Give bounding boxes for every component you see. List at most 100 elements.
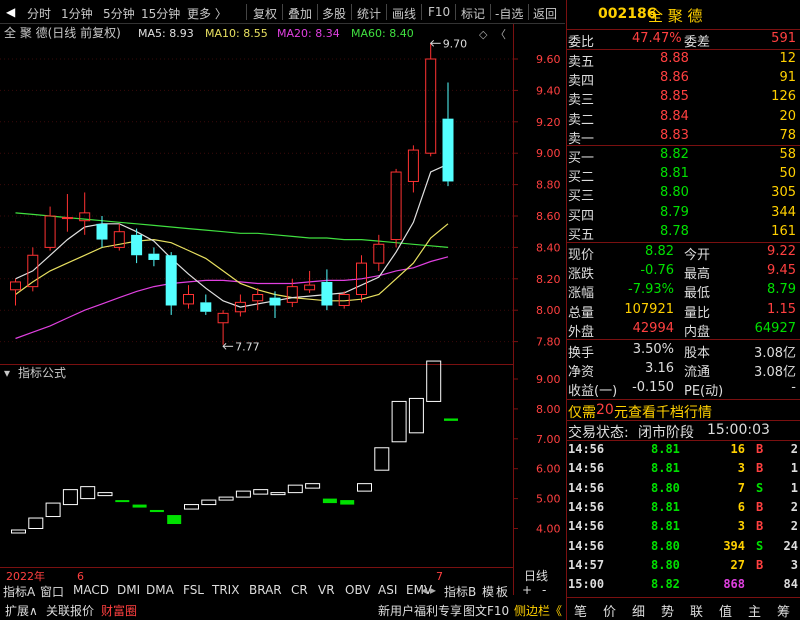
indicator-bar: [201, 499, 217, 506]
indicator-tab[interactable]: CR: [291, 583, 308, 597]
status-item[interactable]: 扩展∧: [5, 602, 38, 619]
candle: [200, 294, 212, 315]
chevron-left-icon[interactable]: 〈: [495, 28, 506, 41]
toolbar-duogu[interactable]: 多股: [322, 5, 346, 22]
candle-body: [148, 253, 160, 260]
tick-price: 8.81: [651, 442, 680, 456]
indicator-bar: [322, 498, 337, 504]
toolbar-fenshi[interactable]: 分时: [27, 5, 51, 22]
book-volume: 50: [779, 166, 796, 182]
kline-chart[interactable]: 全 聚 德(日线 前复权) MA5: 8.93 MA10: 8.55 MA20: 8…: [0, 24, 565, 595]
panel-tab[interactable]: 价: [603, 601, 616, 620]
bid-row: 买一 8.82 58: [566, 146, 800, 166]
trade-state: 闭市阶段: [638, 425, 694, 441]
toolbar-more[interactable]: 更多 〉: [187, 5, 227, 22]
indicator-tab[interactable]: OBV: [345, 583, 371, 597]
status-right-item[interactable]: 新用户福利专享: [378, 602, 462, 619]
indicator-tick: 6.00: [536, 463, 561, 476]
indicator-tab[interactable]: BRAR: [249, 583, 282, 597]
stat-value: -0.76: [640, 263, 674, 279]
indicator-tab[interactable]: EMV: [406, 583, 432, 597]
indicator-tab[interactable]: 指标A: [3, 583, 35, 600]
tick-count: 2: [790, 442, 798, 456]
stat-row: 外盘 42994 内盘 64927: [566, 320, 800, 340]
stat-label: 最高: [684, 267, 711, 283]
candles: [10, 43, 454, 345]
tick-row: 14:57 8.80 27 B 3: [566, 557, 800, 575]
indicator-bar: [167, 515, 182, 525]
toolbar-huaxian[interactable]: 画线: [392, 5, 416, 22]
status-right-item[interactable]: 侧边栏《: [514, 602, 562, 619]
indicator-bar: [340, 500, 355, 505]
indicator-tab[interactable]: DMI: [117, 583, 140, 597]
panel-tab[interactable]: 筹: [777, 601, 790, 620]
stat-row: 现价 8.82 今开 9.22: [566, 243, 800, 263]
low-arrow: [222, 342, 234, 350]
indicator-tab[interactable]: VR: [318, 583, 335, 597]
indicator-tab[interactable]: FSL: [183, 583, 204, 597]
indicator-tab[interactable]: ASI: [378, 583, 397, 597]
chart-title: 全 聚 德(日线 前复权): [4, 25, 121, 40]
tick-count: 24: [783, 538, 798, 553]
candle: [442, 82, 454, 187]
panel-tab[interactable]: 联: [690, 601, 703, 620]
panel-tab[interactable]: 势: [661, 601, 674, 620]
indicator-bar: [253, 489, 269, 495]
indicator-tab[interactable]: 窗口: [40, 583, 64, 600]
tab-scroll-left-icon[interactable]: ◂: [421, 583, 427, 597]
tab-right-item[interactable]: 板: [496, 583, 508, 600]
toolbar-back[interactable]: 返回: [533, 5, 557, 22]
toolbar-tongji[interactable]: 统计: [357, 5, 381, 22]
toolbar-fuquan[interactable]: 复权: [253, 5, 277, 22]
tick-time: 14:56: [568, 499, 605, 514]
finance-value: -0.150: [632, 380, 674, 396]
tab-right-item[interactable]: 指标B: [444, 583, 476, 600]
toolbar-biaoji[interactable]: 标记: [461, 5, 485, 22]
indicator-tab[interactable]: DMA: [146, 583, 174, 597]
toolbar-diejia[interactable]: 叠加: [288, 5, 312, 22]
tick-count: 1: [790, 480, 798, 495]
panel-tab[interactable]: 笔: [574, 601, 587, 620]
stat-value: 8.79: [767, 282, 796, 298]
promo-banner[interactable]: 仅需 20 元查看千档行情: [566, 401, 800, 421]
stat-label: 外盘: [568, 324, 595, 340]
indicator-bar: [235, 490, 251, 498]
status-bar: 扩展∧ 关联报价 财富圈 新用户福利专享 图文F10 侧边栏《: [0, 600, 565, 620]
toolbar-f10[interactable]: F10: [428, 5, 450, 19]
toolbar-zixuan[interactable]: -自选: [495, 5, 523, 22]
indicator-bar: [270, 492, 286, 496]
status-right-item[interactable]: 图文F10: [463, 602, 509, 619]
tab-right-item[interactable]: 模: [482, 583, 494, 600]
book-label: 买五: [568, 227, 595, 243]
panel-tab[interactable]: 值: [719, 601, 732, 620]
toolbar-1min[interactable]: 1分钟: [61, 5, 93, 22]
status-item[interactable]: 关联报价: [46, 602, 94, 619]
indicator-tick: 4.00: [536, 523, 561, 536]
indicator-tab[interactable]: TRIX: [212, 583, 239, 597]
tick-side: B: [756, 442, 764, 456]
tab-right-item[interactable]: +: [522, 583, 532, 597]
tick-row: 14:56 8.80 394 S 24: [566, 538, 800, 556]
diamond-icon[interactable]: ◇: [479, 28, 488, 41]
status-item[interactable]: 财富圈: [101, 602, 137, 619]
indicator-tab[interactable]: MACD: [73, 583, 109, 597]
stat-label: 今开: [684, 248, 711, 263]
indicator-bar: [287, 484, 303, 494]
stat-label: 最低: [684, 286, 711, 302]
collapse-icon[interactable]: ◀: [6, 5, 15, 19]
price-axis: 9.60 9.40 9.20 9.00 8.80 8.60 8.40 8.20 8.00 7.80: [513, 53, 561, 349]
candle-body: [165, 255, 177, 306]
panel-tab[interactable]: 主: [748, 601, 761, 620]
stat-value: 8.82: [645, 244, 674, 259]
weibi-row: 委比 47.47% 委差 591: [566, 30, 800, 50]
toolbar-5min[interactable]: 5分钟: [103, 5, 135, 22]
toolbar-15min[interactable]: 15分钟: [141, 5, 180, 22]
book-price: 8.86: [660, 70, 689, 86]
panel-tab[interactable]: 细: [632, 601, 645, 620]
indicator-collapse-icon[interactable]: ▾: [4, 366, 10, 380]
tab-scroll-right-icon[interactable]: ▸: [430, 583, 436, 597]
stat-value: 107921: [624, 301, 674, 317]
bid-row: 买三 8.80 305: [566, 184, 800, 204]
stat-value: 9.45: [767, 263, 796, 279]
tab-right-item[interactable]: -: [542, 583, 546, 597]
